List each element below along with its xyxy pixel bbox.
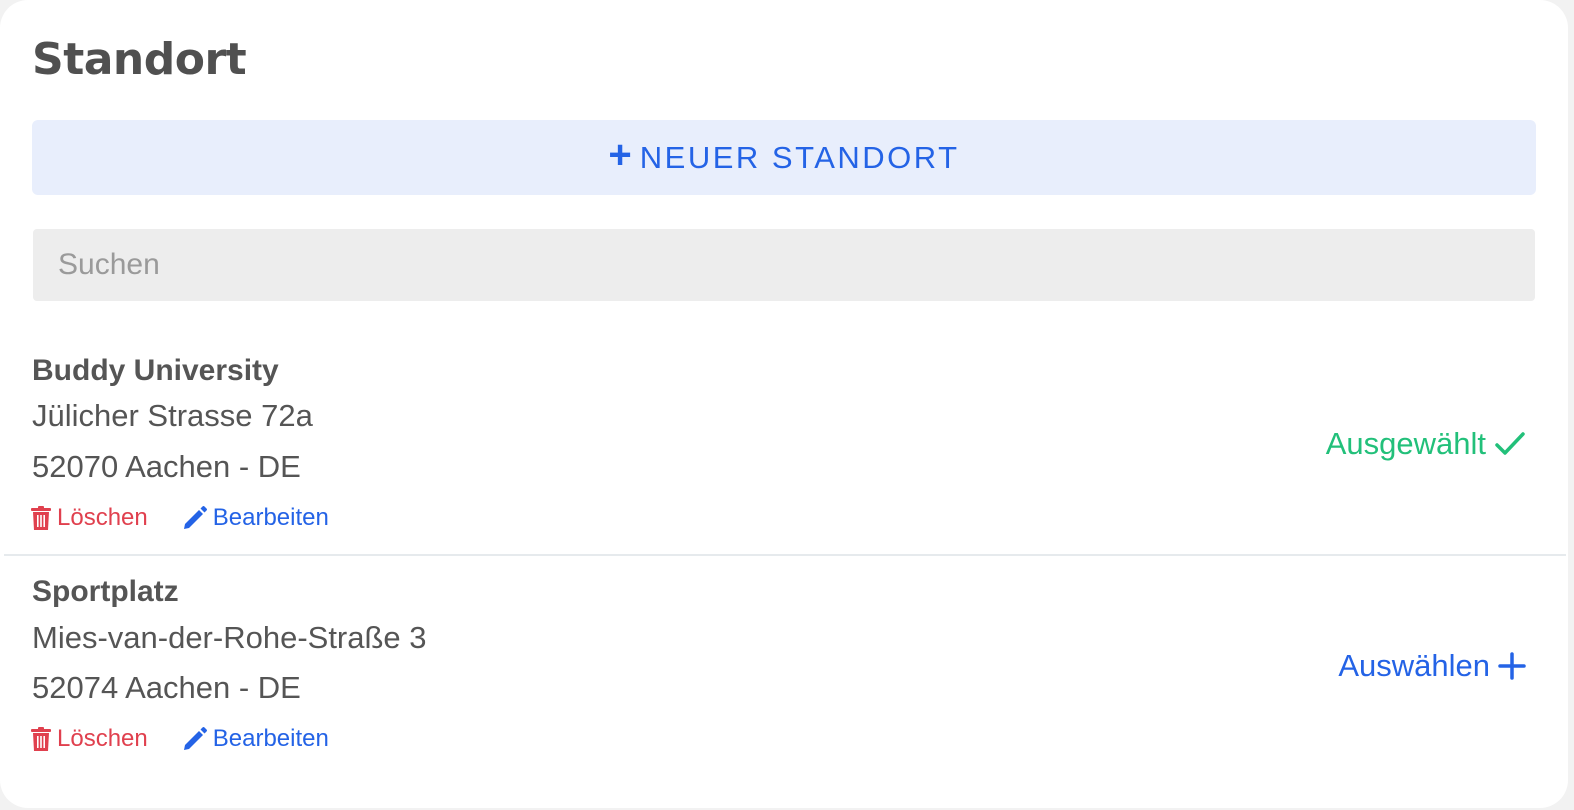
- edit-button[interactable]: Bearbeiten: [182, 504, 329, 532]
- location-name: Buddy University: [32, 354, 279, 387]
- check-icon: [1495, 432, 1525, 455]
- delete-label: Löschen: [57, 725, 148, 752]
- select-label: Auswählen: [1338, 648, 1490, 683]
- divider: [4, 554, 1566, 556]
- location-city: 52070 Aachen - DE: [32, 449, 301, 484]
- selected-label: Ausgewählt: [1325, 426, 1486, 461]
- location-city: 52074 Aachen - DE: [32, 670, 301, 705]
- plus-icon: +: [608, 133, 632, 177]
- selected-status: Ausgewählt: [1326, 424, 1526, 464]
- location-panel: Standort + NEUER STANDORT Buddy Universi…: [0, 0, 1568, 808]
- delete-button[interactable]: Löschen: [30, 725, 148, 753]
- location-actions: Löschen Bearbeiten: [30, 502, 329, 534]
- edit-button[interactable]: Bearbeiten: [182, 725, 329, 753]
- location-street: Jülicher Strasse 72a: [32, 398, 313, 433]
- location-name: Sportplatz: [32, 575, 179, 608]
- trash-icon: [31, 506, 51, 530]
- location-actions: Löschen Bearbeiten: [30, 723, 329, 755]
- new-location-button[interactable]: + NEUER STANDORT: [32, 120, 1536, 195]
- edit-label: Bearbeiten: [212, 504, 329, 531]
- pencil-icon: [183, 506, 207, 529]
- pencil-icon: [183, 727, 207, 750]
- delete-label: Löschen: [57, 504, 148, 531]
- location-street: Mies-van-der-Rohe-Straße 3: [32, 620, 427, 655]
- search-input[interactable]: [33, 229, 1535, 301]
- edit-label: Bearbeiten: [212, 725, 329, 752]
- new-location-label: NEUER STANDORT: [639, 140, 960, 175]
- panel-title: Standort: [32, 34, 247, 85]
- select-location-button[interactable]: Auswählen: [1338, 646, 1526, 686]
- plus-icon: [1498, 652, 1526, 680]
- trash-icon: [31, 727, 51, 751]
- delete-button[interactable]: Löschen: [30, 504, 148, 532]
